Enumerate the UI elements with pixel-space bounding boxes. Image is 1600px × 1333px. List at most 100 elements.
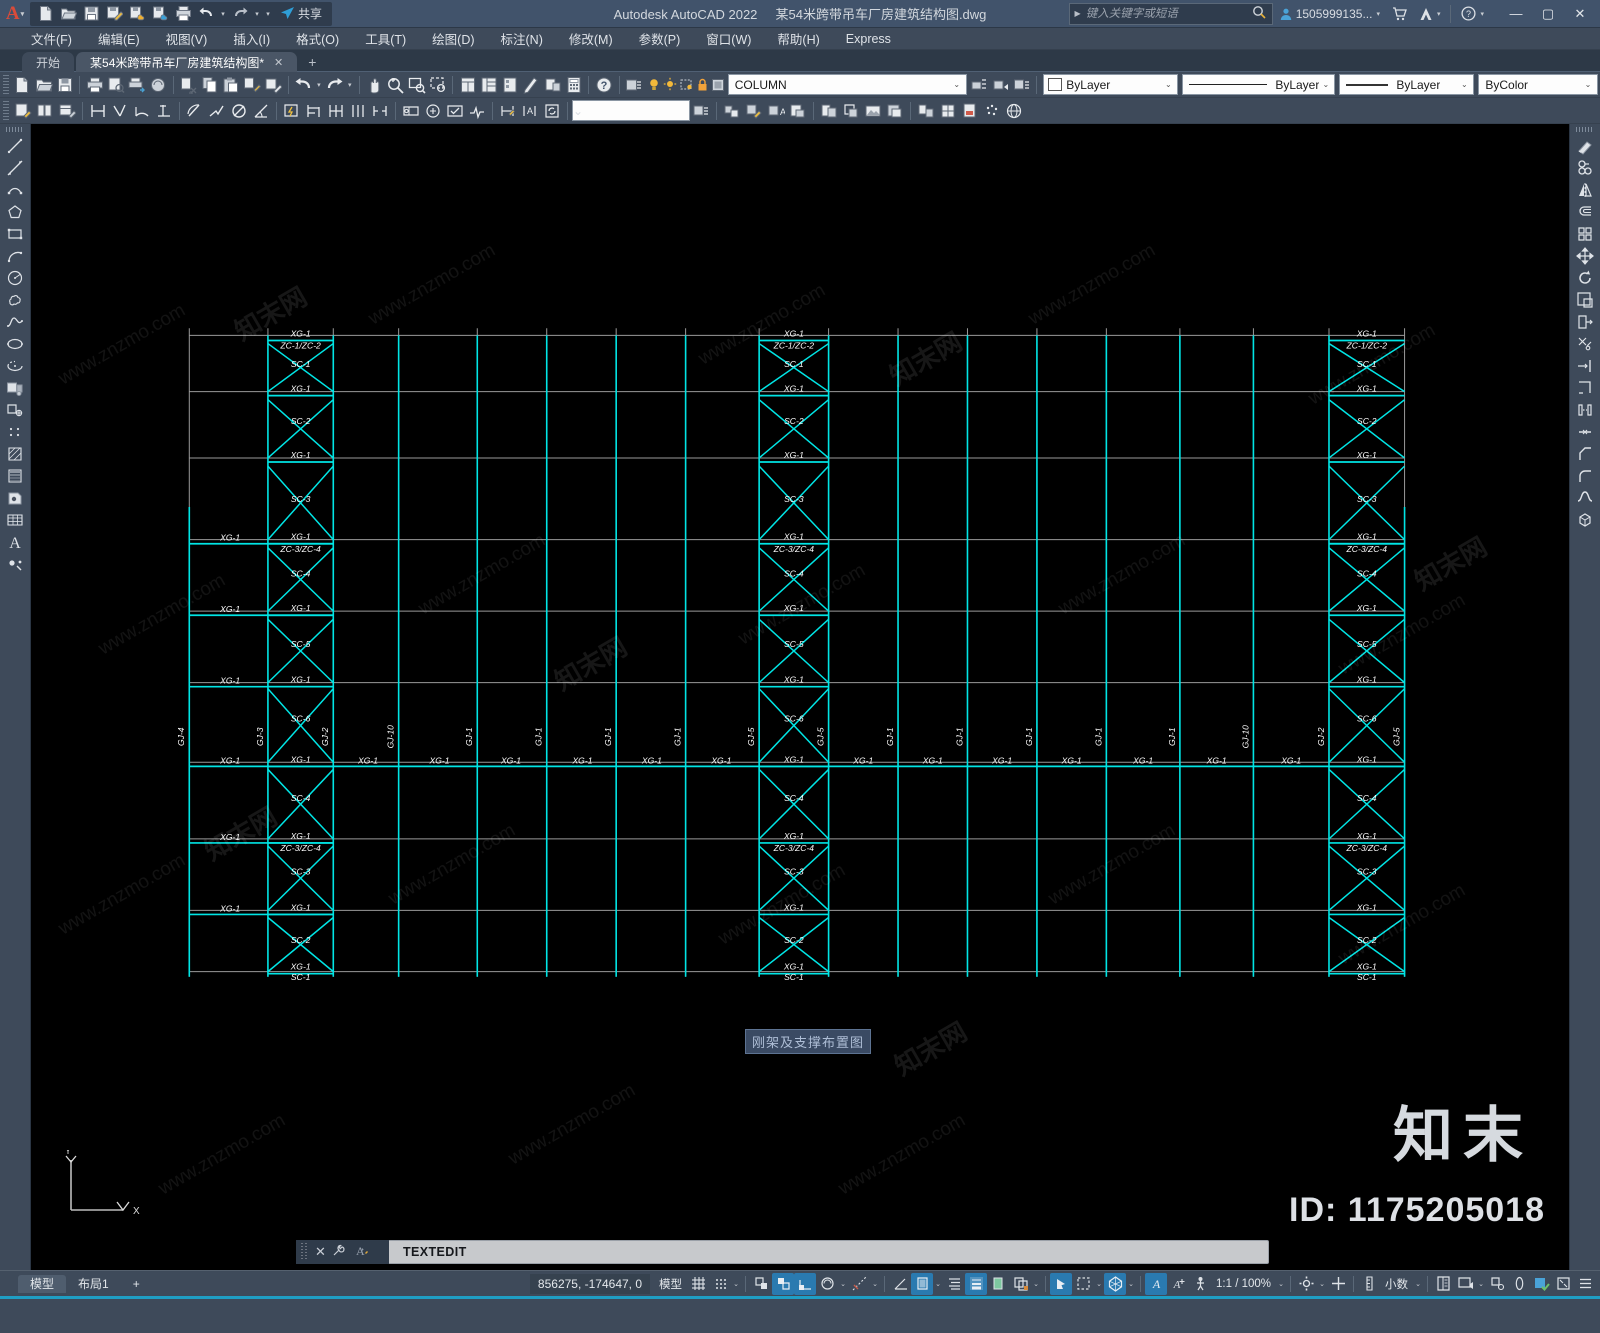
account-button[interactable]: 1505999135... ▾ bbox=[1273, 3, 1386, 25]
copy-icon[interactable] bbox=[1573, 157, 1597, 179]
workspace-gear-icon[interactable] bbox=[1295, 1273, 1317, 1295]
tab-start[interactable]: 开始 bbox=[22, 52, 75, 72]
toolbar-grip[interactable] bbox=[3, 100, 9, 121]
geographic-location-icon[interactable] bbox=[1003, 100, 1025, 122]
command-history-icon[interactable]: A bbox=[355, 1243, 371, 1261]
make-current-layer-icon[interactable] bbox=[969, 74, 990, 96]
menu-file[interactable]: 文件(F) bbox=[18, 27, 85, 50]
sheet-set-icon[interactable] bbox=[521, 74, 542, 96]
color-caret[interactable]: ⌄ bbox=[1161, 80, 1175, 89]
ortho-toggle[interactable] bbox=[772, 1272, 795, 1295]
dimension-update-icon[interactable] bbox=[541, 100, 563, 122]
array-icon[interactable] bbox=[1573, 223, 1597, 245]
jogged-dimension-icon[interactable] bbox=[206, 100, 228, 122]
scale-caret[interactable]: ⌄ bbox=[1276, 1280, 1286, 1288]
units-icon[interactable] bbox=[1358, 1273, 1380, 1295]
plot-icon[interactable] bbox=[84, 74, 105, 96]
erase-icon[interactable] bbox=[1573, 135, 1597, 157]
account-caret[interactable]: ▾ bbox=[1376, 10, 1380, 18]
annotation-visibility-toggle[interactable] bbox=[1072, 1273, 1094, 1295]
menu-draw[interactable]: 绘图(D) bbox=[419, 27, 487, 50]
mirror-icon[interactable] bbox=[1573, 179, 1597, 201]
drawing-canvas[interactable]: XG-1 ZC-1/ZC-2 SC-1 XG-1 SC-2 XG-1 SC-3 XG-… bbox=[30, 124, 1570, 1270]
polar-toggle[interactable] bbox=[794, 1272, 817, 1295]
modify-toolbar-grip[interactable] bbox=[1576, 127, 1594, 132]
plotstyle-control[interactable]: ByColor ⌄ bbox=[1478, 74, 1599, 95]
block-attribute-icon[interactable]: A bbox=[765, 100, 787, 122]
dimension-space-icon[interactable] bbox=[347, 100, 369, 122]
help-icon[interactable]: ? bbox=[593, 74, 614, 96]
search-dropdown-caret[interactable]: ▶ bbox=[1070, 9, 1086, 18]
rotate-icon[interactable] bbox=[1573, 267, 1597, 289]
redo-dropdown-caret[interactable]: ▾ bbox=[252, 10, 262, 18]
add-selected-icon[interactable] bbox=[3, 553, 27, 575]
tab-document[interactable]: 某54米跨带吊车厂房建筑结构图* ✕ bbox=[76, 52, 298, 72]
dynamic-input-toggle[interactable] bbox=[1050, 1272, 1073, 1295]
app-menu-caret[interactable]: ▾ bbox=[21, 10, 25, 18]
qat-customize-caret[interactable]: ▾ bbox=[263, 10, 273, 18]
dynucs-toggle[interactable] bbox=[911, 1272, 934, 1295]
menu-window[interactable]: 窗口(W) bbox=[693, 27, 764, 50]
annotation-visibility-caret[interactable]: ⌄ bbox=[1094, 1280, 1104, 1288]
break-at-point-icon[interactable] bbox=[1573, 399, 1597, 421]
new-file-icon[interactable] bbox=[12, 74, 33, 96]
selection-cycling-caret[interactable]: ⌄ bbox=[1031, 1280, 1041, 1288]
lock-icon[interactable] bbox=[695, 77, 710, 93]
publish-icon[interactable] bbox=[127, 74, 148, 96]
lineweight-toggle[interactable] bbox=[965, 1272, 988, 1295]
undo-caret[interactable]: ▾ bbox=[314, 81, 324, 89]
join-icon[interactable] bbox=[1573, 421, 1597, 443]
model-tab[interactable]: 模型 bbox=[18, 1274, 67, 1293]
insert-block-icon[interactable] bbox=[3, 377, 27, 399]
graphics-performance-icon[interactable] bbox=[1508, 1273, 1530, 1295]
table-style-icon[interactable] bbox=[56, 100, 78, 122]
undo-icon[interactable] bbox=[195, 3, 217, 25]
point-icon[interactable] bbox=[3, 421, 27, 443]
open-file-icon[interactable] bbox=[33, 74, 54, 96]
polygon-icon[interactable] bbox=[3, 201, 27, 223]
angular-dimension-icon[interactable] bbox=[250, 100, 272, 122]
linetype-control[interactable]: ByLayer ⌄ bbox=[1182, 74, 1336, 95]
undo-icon[interactable] bbox=[293, 74, 314, 96]
lineweight-caret[interactable]: ⌄ bbox=[1457, 80, 1471, 89]
external-references-icon[interactable] bbox=[915, 100, 937, 122]
menu-dimension[interactable]: 标注(N) bbox=[488, 27, 556, 50]
break-icon[interactable] bbox=[1573, 377, 1597, 399]
units-caret[interactable]: ⌄ bbox=[1413, 1280, 1423, 1288]
layout-panel-icon[interactable] bbox=[1432, 1273, 1454, 1295]
spline-icon[interactable] bbox=[3, 311, 27, 333]
plot-icon[interactable] bbox=[172, 3, 194, 25]
search-input[interactable] bbox=[1085, 3, 1246, 24]
otrack-caret[interactable]: ⌄ bbox=[870, 1280, 880, 1288]
point-cloud-icon[interactable] bbox=[981, 100, 1003, 122]
quickcalc-icon[interactable] bbox=[563, 74, 584, 96]
clean-screen-icon[interactable] bbox=[1530, 1273, 1552, 1295]
menu-view[interactable]: 视图(V) bbox=[153, 27, 221, 50]
workspace-caret[interactable]: ⌄ bbox=[1317, 1280, 1327, 1288]
revision-cloud-icon[interactable] bbox=[3, 289, 27, 311]
dimension-edit-icon[interactable] bbox=[497, 100, 519, 122]
menu-tools[interactable]: 工具(T) bbox=[352, 27, 419, 50]
add-layout-button[interactable]: + bbox=[121, 1275, 152, 1293]
angle-toggle[interactable] bbox=[889, 1273, 911, 1295]
save-icon[interactable] bbox=[80, 3, 102, 25]
polyline-icon[interactable] bbox=[3, 179, 27, 201]
extend-icon[interactable] bbox=[1573, 355, 1597, 377]
explode-icon[interactable] bbox=[1573, 509, 1597, 531]
layer-caret[interactable]: ⌄ bbox=[950, 80, 964, 89]
chamfer-icon[interactable] bbox=[1573, 443, 1597, 465]
ordinate-dimension-icon[interactable] bbox=[153, 100, 175, 122]
tolerance-icon[interactable] bbox=[400, 100, 422, 122]
redo-icon[interactable] bbox=[229, 3, 251, 25]
xref-clip-icon[interactable] bbox=[840, 100, 862, 122]
isometric-drafting-toggle[interactable] bbox=[1104, 1272, 1127, 1295]
osnap-toggle[interactable] bbox=[816, 1273, 838, 1295]
layer-previous-icon[interactable] bbox=[990, 74, 1011, 96]
paste-icon[interactable] bbox=[220, 74, 241, 96]
blend-curves-icon[interactable] bbox=[1573, 487, 1597, 509]
xref-attach-icon[interactable] bbox=[818, 100, 840, 122]
tab-close-icon[interactable]: ✕ bbox=[274, 56, 283, 69]
redo-icon[interactable] bbox=[324, 74, 345, 96]
properties-palette-icon[interactable] bbox=[457, 74, 478, 96]
fillet-icon[interactable] bbox=[1573, 465, 1597, 487]
